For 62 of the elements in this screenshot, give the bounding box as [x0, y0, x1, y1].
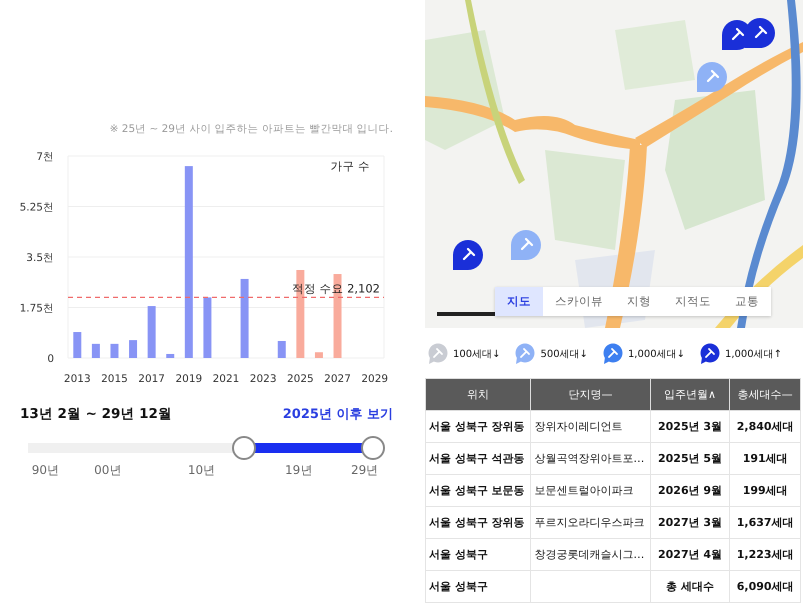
- y-axis-label: 3.5천: [26, 252, 54, 264]
- table-cell: 199세대: [742, 484, 788, 497]
- table-cell: 서울 성북구 장위동: [429, 420, 525, 433]
- table-cell: 서울 성북구 보문동: [429, 484, 525, 497]
- x-axis-label: 2021: [212, 373, 240, 385]
- column-header[interactable]: 입주년월∧: [650, 378, 730, 410]
- slider-tick-label: 29년: [350, 462, 378, 479]
- table-cell: 2,840세대: [736, 420, 794, 433]
- map-type-tab[interactable]: 지적도: [663, 287, 723, 316]
- table-cell: 2025년 3월: [658, 420, 722, 433]
- column-header[interactable]: 위치: [426, 378, 531, 410]
- y-axis-label: 7천: [36, 151, 54, 163]
- column-header[interactable]: 총세대수—: [730, 378, 800, 410]
- map-type-tab[interactable]: 지도: [495, 287, 543, 316]
- map-type-tab[interactable]: 교통: [723, 287, 771, 316]
- y-axis-label: 1.75천: [20, 302, 54, 314]
- table-cell: 총 세대수: [666, 580, 714, 593]
- x-axis-label: 2029: [361, 373, 388, 385]
- y-axis-label: 5.25천: [20, 202, 54, 214]
- x-axis-label: 2025: [286, 373, 314, 385]
- date-range: 13년 2월 ~ 29년 12월: [20, 405, 172, 423]
- map-type-tab[interactable]: 지형: [615, 287, 663, 316]
- legend-label: 500세대↓: [540, 348, 588, 361]
- table-cell: 1,637세대: [736, 516, 794, 529]
- slider-tick-label: 19년: [285, 462, 312, 479]
- legend-label: 가구 수: [330, 159, 370, 173]
- table-cell: 2026년 9월: [658, 484, 722, 497]
- slider-handle[interactable]: [232, 436, 256, 460]
- map-type-tab[interactable]: 스카이뷰: [543, 287, 615, 316]
- table-cell: 2027년 4월: [658, 548, 722, 561]
- table-cell: 1,223세대: [736, 548, 794, 561]
- table-cell: 6,090세대: [736, 580, 794, 593]
- table-cell: 창경궁롯데캐슬시그…: [534, 548, 644, 561]
- x-axis-label: 2017: [138, 373, 166, 385]
- table-cell: 2025년 5월: [658, 452, 722, 465]
- x-axis-label: 2013: [64, 373, 91, 385]
- column-header[interactable]: 단지명—: [530, 378, 650, 410]
- table-cell: 푸르지오라디우스파크: [534, 516, 644, 529]
- chart-note: ※ 25년 ~ 29년 사이 입주하는 아파트는 빨간막대 입니다.: [108, 122, 394, 137]
- x-axis-label: 2015: [101, 373, 128, 385]
- slider-tick-label: 90년: [32, 462, 59, 479]
- x-axis-label: 2019: [175, 373, 202, 385]
- table-cell: 서울 성북구 석관동: [429, 452, 525, 465]
- slider-tick-label: 10년: [188, 462, 216, 479]
- table-cell: 서울 성북구 장위동: [429, 516, 525, 529]
- threshold-label: 적정 수요 2,102: [292, 281, 380, 296]
- table-cell: 2027년 3월: [658, 516, 722, 529]
- table-cell: 191세대: [742, 452, 788, 465]
- table-cell: 서울 성북구: [429, 548, 488, 561]
- slider-handle[interactable]: [361, 436, 385, 460]
- slider-tick-label: 00년: [94, 462, 122, 479]
- table-cell: 보문센트럴아이파크: [534, 484, 634, 497]
- table-cell: 상월곡역장위아트포…: [534, 452, 644, 465]
- after-2025-link[interactable]: 2025년 이후 보기: [282, 405, 393, 423]
- y-axis-label: 0: [47, 353, 54, 365]
- table-cell: 서울 성북구: [429, 580, 488, 593]
- legend-label: 100세대↓: [453, 348, 500, 361]
- table-cell: 장위자이레디언트: [534, 420, 622, 433]
- legend-label: 1,000세대↑: [724, 348, 782, 361]
- x-axis-label: 2023: [250, 373, 277, 385]
- x-axis-label: 2027: [324, 373, 351, 385]
- legend-label: 1,000세대↓: [628, 348, 685, 361]
